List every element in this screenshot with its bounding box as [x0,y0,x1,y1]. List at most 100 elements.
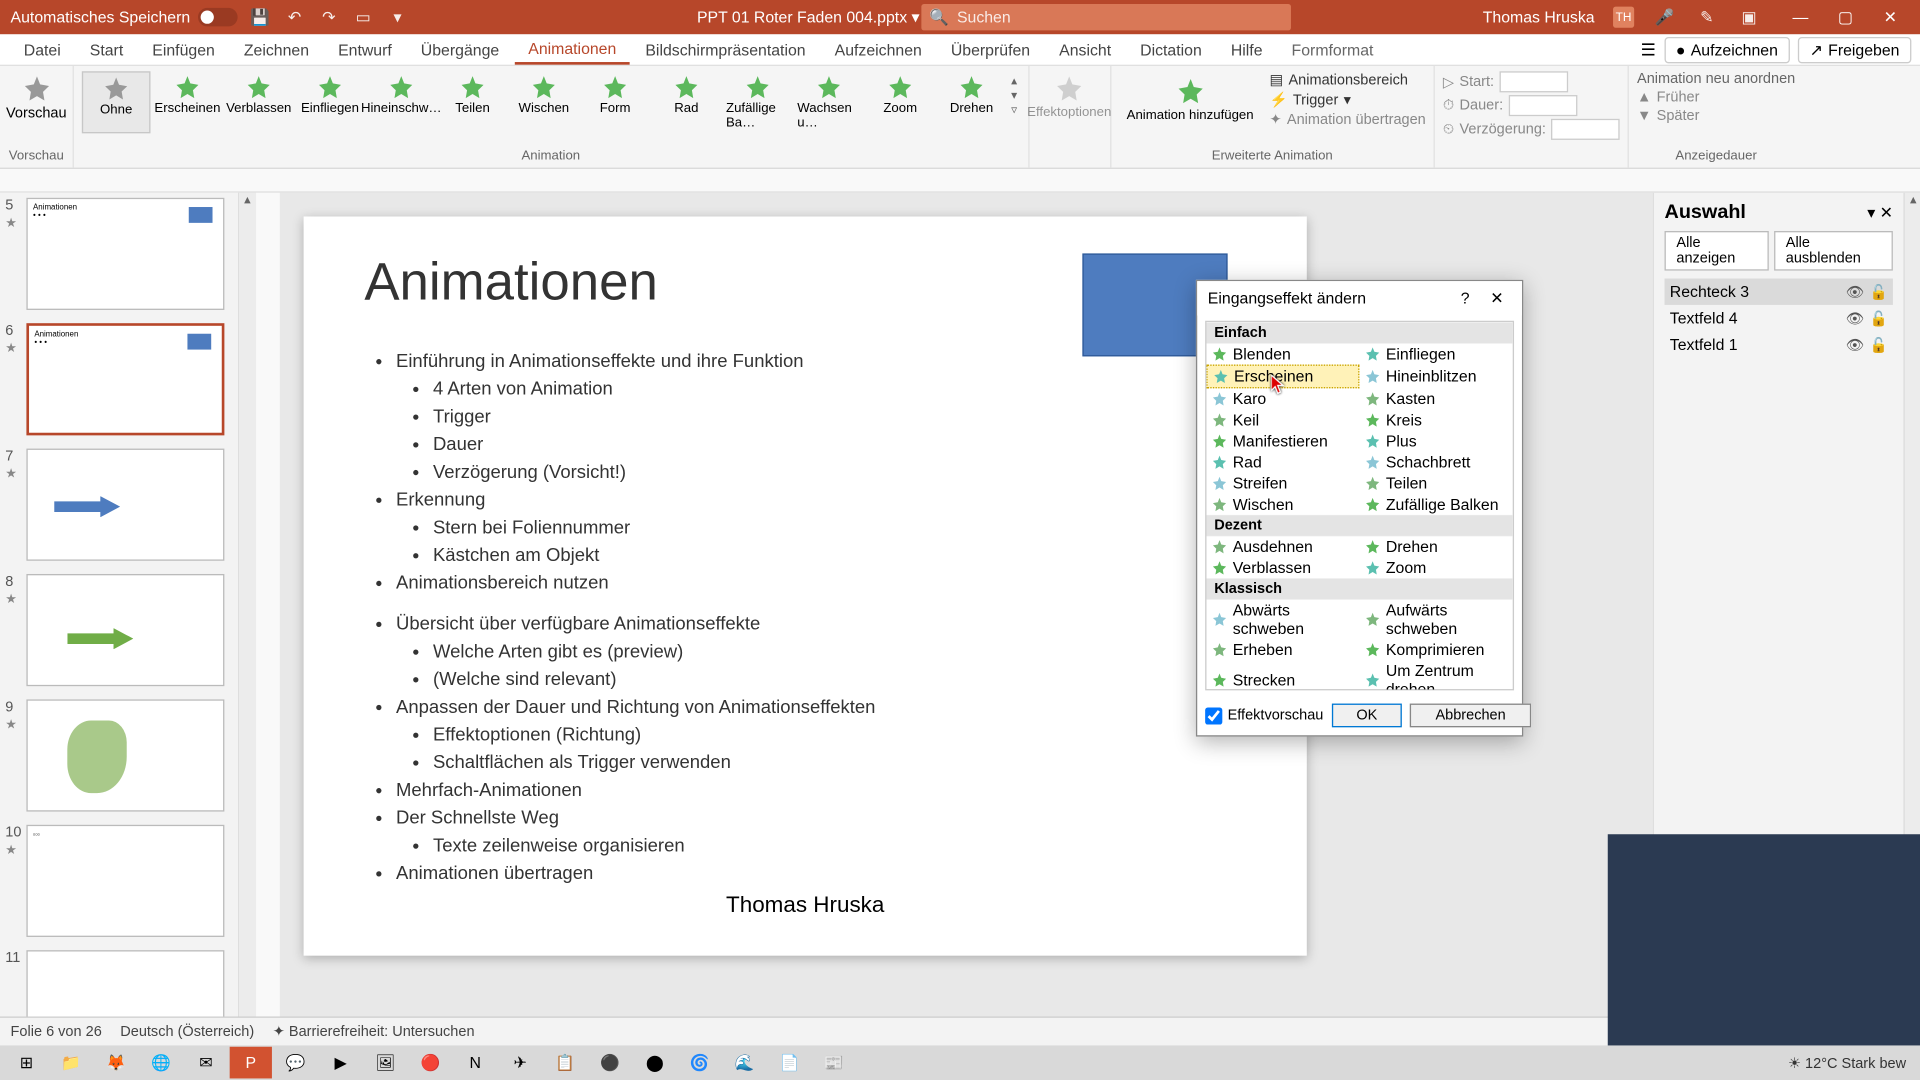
bullet-item[interactable]: Einführung in Animationseffekte und ihre… [396,347,1246,486]
slide-thumbnail[interactable]: 5★Animationen• • • [11,198,227,310]
tab-datei[interactable]: Datei [11,36,74,62]
slide-thumbnail[interactable]: 7★ [11,449,227,561]
animation-gallery-item[interactable]: Hineinschw… [367,71,436,133]
slide-position[interactable]: Folie 6 von 26 [11,1024,102,1040]
user-badge[interactable]: TH [1613,7,1634,28]
bullet-item[interactable]: Verzögerung (Vorsicht!) [433,458,1246,486]
app-icon[interactable]: 📰 [813,1047,855,1079]
explorer-icon[interactable]: 📁 [50,1047,92,1079]
effect-option[interactable]: Teilen [1360,473,1513,494]
effect-option[interactable]: Strecken [1206,660,1359,690]
selection-object[interactable]: Rechteck 3👁🔓 [1665,279,1893,305]
bullet-item[interactable]: 4 Arten von Animation [433,375,1246,403]
edge-icon[interactable]: 🌊 [723,1047,765,1079]
lock-icon[interactable]: 🔓 [1870,310,1888,327]
move-earlier-button[interactable]: ▲ Früher [1637,90,1795,106]
app-icon[interactable]: 📋 [544,1047,586,1079]
slide-thumbnail[interactable]: 9★ [11,700,227,812]
bullet-item[interactable]: Trigger [433,403,1246,431]
start-menu-icon[interactable]: ⊞ [5,1047,47,1079]
animation-gallery-item[interactable]: Ohne [82,71,151,133]
slide-thumbnail[interactable]: 11 [11,950,227,1024]
tab-ansicht[interactable]: Ansicht [1046,36,1124,62]
effect-option[interactable]: Kreis [1360,409,1513,430]
bullet-item[interactable]: Der Schnellste WegTexte zeilenweise orga… [396,804,1246,859]
tab-überprüfen[interactable]: Überprüfen [938,36,1044,62]
add-animation-button[interactable]: Animation hinzufügen [1119,71,1262,128]
effect-option[interactable]: Hineinblitzen [1360,364,1513,388]
tab-formformat[interactable]: Formformat [1278,36,1386,62]
tab-einfügen[interactable]: Einfügen [139,36,228,62]
scroll-up-icon[interactable]: ▴ [239,193,256,211]
present-icon[interactable]: ▣ [1737,5,1761,29]
tab-start[interactable]: Start [77,36,137,62]
collapse-ribbon-icon[interactable]: ☰ [1641,39,1656,60]
hide-all-button[interactable]: Alle ausblenden [1774,231,1893,271]
record-button[interactable]: ● Aufzeichnen [1664,36,1790,62]
app-icon[interactable]: ⬤ [634,1047,676,1079]
close-icon[interactable]: ✕ [1869,0,1911,34]
effect-option[interactable]: Zufällige Balken [1360,494,1513,515]
animation-gallery-item[interactable]: Wischen [510,71,579,133]
effect-option[interactable]: Zoom [1360,557,1513,578]
taskbar[interactable]: ⊞ 📁 🦊 🌐 ✉ P 💬 ▶ 🖼 🔴 N ✈ 📋 ⚫ ⬤ 🌀 🌊 📄 📰 ☀ … [0,1045,1920,1079]
search-box[interactable]: 🔍 [921,4,1291,30]
slide-thumbnail[interactable]: 8★ [11,574,227,686]
show-all-button[interactable]: Alle anzeigen [1665,231,1769,271]
move-later-button[interactable]: ▼ Später [1637,108,1795,124]
effect-option[interactable]: Kasten [1360,388,1513,409]
slide-thumbnail[interactable]: 6★Animationen• • • [11,323,227,435]
redo-icon[interactable]: ↷ [317,5,341,29]
username[interactable]: Thomas Hruska [1483,8,1595,26]
trigger-button[interactable]: ⚡ Trigger ▾ [1269,91,1425,108]
effect-option[interactable]: Drehen [1360,536,1513,557]
effect-option[interactable]: Komprimieren [1360,639,1513,660]
effect-option[interactable]: Rad [1206,451,1359,472]
bullet-item[interactable]: (Welche sind relevant) [433,665,1246,693]
slideshow-icon[interactable]: ▭ [351,5,375,29]
bullet-item[interactable]: Kästchen am Objekt [433,541,1246,569]
chrome-icon[interactable]: 🌐 [140,1047,182,1079]
bullet-item[interactable]: Schaltflächen als Trigger verwenden [433,748,1246,776]
scroll-up-icon[interactable]: ▴ [1905,193,1920,211]
animation-gallery-item[interactable]: Rad [652,71,721,133]
bullet-item[interactable]: Dauer [433,430,1246,458]
effect-options-button[interactable]: Effektoptionen [1019,71,1119,122]
slide-thumbnails[interactable]: 5★Animationen• • • 6★Animationen• • • 7★ 8★… [0,193,238,1025]
weather-widget[interactable]: ☀ 12°C Stark bew [1788,1054,1906,1071]
effect-option[interactable]: Streifen [1206,473,1359,494]
visibility-icon[interactable]: 👁 [1846,336,1864,353]
effect-option[interactable]: Schachbrett [1360,451,1513,472]
bullet-item[interactable]: Mehrfach-Animationen [396,776,1246,804]
gallery-more-icon[interactable]: ▴▾▿ [1008,71,1019,133]
lock-icon[interactable]: 🔓 [1870,336,1888,353]
autosave-toggle[interactable]: Automatisches Speichern [11,8,238,26]
more-icon[interactable]: ▾ [386,5,410,29]
bullet-item[interactable]: Welche Arten gibt es (preview) [433,638,1246,666]
selection-object[interactable]: Textfeld 1👁🔓 [1665,331,1893,357]
bullet-item[interactable]: Effektoptionen (Richtung) [433,721,1246,749]
maximize-icon[interactable]: ▢ [1824,0,1866,34]
filename[interactable]: PPT 01 Roter Faden 004.pptx ▾ [697,8,920,26]
tab-zeichnen[interactable]: Zeichnen [231,36,323,62]
bullet-item[interactable]: Übersicht über verfügbare Animationseffe… [396,610,1246,693]
tab-animationen[interactable]: Animationen [515,35,629,64]
language[interactable]: Deutsch (Österreich) [120,1024,254,1040]
effect-option[interactable]: Einfliegen [1360,343,1513,364]
mic-icon[interactable]: 🎤 [1653,5,1677,29]
animation-gallery-item[interactable]: Zoom [866,71,935,133]
share-button[interactable]: ↗ Freigeben [1798,36,1912,62]
vlc-icon[interactable]: ▶ [319,1047,361,1079]
effect-option[interactable]: Plus [1360,430,1513,451]
effect-option[interactable]: Aufwärts schweben [1360,599,1513,639]
app-icon[interactable]: 🔴 [409,1047,451,1079]
help-icon[interactable]: ? [1451,289,1480,307]
bullet-item[interactable]: ErkennungStern bei FoliennummerKästchen … [396,486,1246,569]
tab-dictation[interactable]: Dictation [1127,36,1215,62]
slide-body[interactable]: Einführung in Animationseffekte und ihre… [364,347,1246,887]
effect-option[interactable]: Wischen [1206,494,1359,515]
search-input[interactable] [957,8,1283,26]
close-pane-icon[interactable]: ✕ [1880,203,1893,221]
cancel-button[interactable]: Abbrechen [1410,704,1530,728]
app-icon[interactable]: 💬 [275,1047,317,1079]
